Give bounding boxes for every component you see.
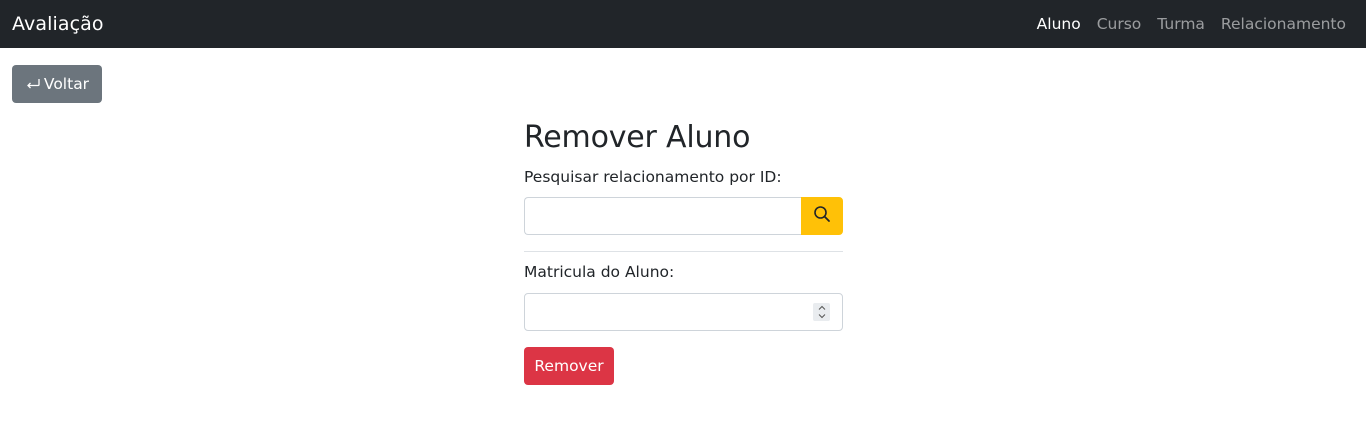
divider [524,251,843,252]
number-spinner[interactable] [813,303,830,321]
spinner-up-icon[interactable] [813,303,830,312]
navbar-brand[interactable]: Avaliação [12,13,104,35]
nav-link-relacionamento[interactable]: Relacionamento [1221,15,1346,33]
navbar: Avaliação Aluno Curso Turma Relacionamen… [0,0,1366,48]
nav-links: Aluno Curso Turma Relacionamento [1037,15,1354,33]
page-title: Remover Aluno [524,120,751,155]
spinner-down-icon[interactable] [813,312,830,321]
matricula-label: Matricula do Aluno: [524,263,675,281]
nav-link-curso[interactable]: Curso [1097,15,1142,33]
search-label: Pesquisar relacionamento por ID: [524,168,782,186]
back-button-label: Voltar [43,75,90,93]
back-button[interactable]: Voltar [12,65,102,103]
search-icon [813,205,831,227]
search-group [524,197,843,235]
search-button[interactable] [801,197,843,235]
matricula-field-wrap [524,293,843,331]
matricula-input[interactable] [524,293,843,331]
remove-button[interactable]: Remover [524,347,614,385]
search-input[interactable] [524,197,801,235]
nav-link-turma[interactable]: Turma [1157,15,1205,33]
nav-link-aluno[interactable]: Aluno [1037,15,1081,33]
remove-student-form: Remover Aluno Pesquisar relacionamento p… [524,116,843,385]
return-arrow-icon [25,76,41,92]
